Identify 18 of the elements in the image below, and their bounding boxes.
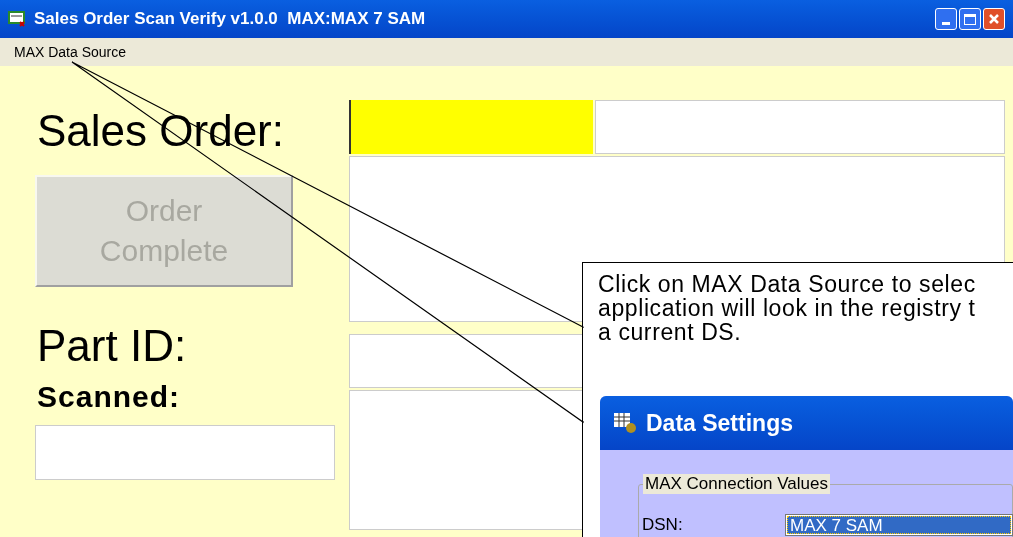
maximize-button[interactable] xyxy=(959,8,981,30)
dialog-title: Data Settings xyxy=(646,408,793,438)
text-field[interactable] xyxy=(595,100,1005,154)
scanned-label: Scanned: xyxy=(36,381,182,413)
close-button[interactable] xyxy=(983,8,1005,30)
menu-item[interactable]: MAX Data Source xyxy=(14,41,127,63)
dsn-field[interactable]: MAX 7 SAM xyxy=(787,516,1011,534)
app-icon xyxy=(8,11,26,27)
callout-text: Click on MAX Data Source to selec application will look in the registry t a current DS. xyxy=(598,272,976,344)
sales-order-field[interactable] xyxy=(349,100,593,154)
scanned-field[interactable] xyxy=(35,425,335,480)
grid-icon xyxy=(612,411,638,435)
close-icon xyxy=(988,13,1000,25)
part-id-label: Part ID: xyxy=(36,323,188,369)
dsn-label: DSN: xyxy=(642,515,683,535)
minimize-button[interactable] xyxy=(935,8,957,30)
group-title: MAX Connection Values xyxy=(643,474,830,494)
window-title: Sales Order Scan Verify v1.0.0 MAX:MAX 7 SAM xyxy=(34,8,426,31)
